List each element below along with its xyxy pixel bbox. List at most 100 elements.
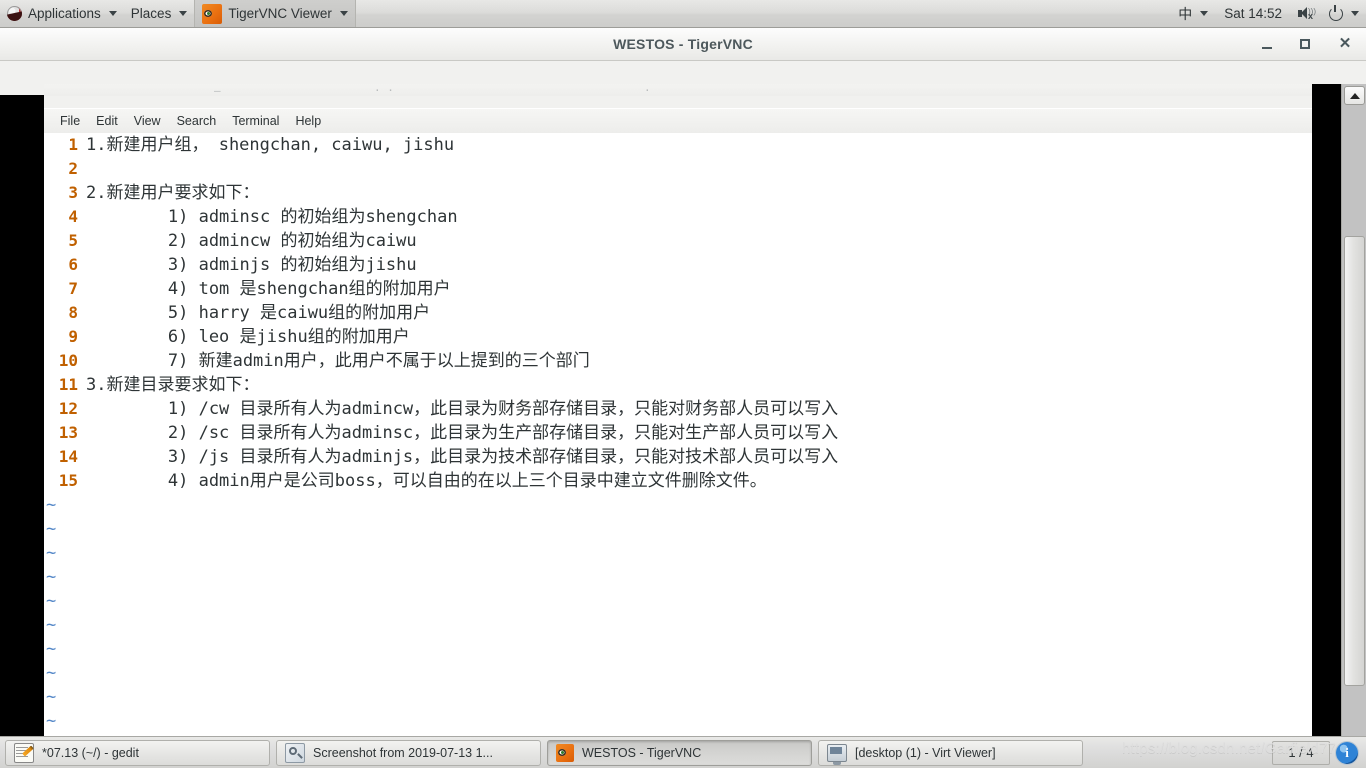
tilde-glyph: ~ <box>46 543 57 563</box>
document-text-view[interactable]: 1 1.新建用户组， shengchan, caiwu, jishu 2 3 2.新建用… <box>44 133 1312 764</box>
chevron-down-icon <box>1200 11 1209 16</box>
chevron-down-icon <box>1351 11 1359 16</box>
line-text: 7) 新建admin用户，此用户不属于以上提到的三个部门 <box>86 351 590 371</box>
line-text: 2) /sc 目录所有人为adminsc，此目录为生产部存储目录，只能对生产部人… <box>86 423 839 443</box>
gnome-foot-icon <box>7 6 22 21</box>
menu-help[interactable]: Help <box>287 112 329 130</box>
chevron-down-icon <box>179 11 188 16</box>
line-text: 4) admin用户是公司boss，可以自由的在以上三个目录中建立文件删除文件。 <box>86 471 767 491</box>
empty-line-marker: ~ <box>44 493 1312 517</box>
vnc-scrollbar-thumb[interactable] <box>1344 236 1365 686</box>
empty-line-marker: ~ <box>44 589 1312 613</box>
taskbar-item-virt-viewer[interactable]: [desktop (1) - Virt Viewer] <box>818 739 1083 766</box>
clock[interactable]: Sat 14:52 <box>1215 6 1291 21</box>
empty-line-marker: ~ <box>44 541 1312 565</box>
menu-terminal[interactable]: Terminal <box>224 112 287 130</box>
close-button[interactable]: ✕ <box>1328 28 1362 60</box>
document-line: 3 2.新建用户要求如下： <box>44 181 1312 205</box>
document-line: 2 <box>44 157 1312 181</box>
virt-viewer-icon <box>827 743 847 765</box>
taskbar-item-tigervnc[interactable]: WESTOS - TigerVNC <box>547 739 812 766</box>
line-text: 1) /cw 目录所有人为admincw，此目录为财务部存储目录，只能对财务部人… <box>86 399 839 419</box>
empty-line-marker: ~ <box>44 613 1312 637</box>
window-title: WESTOS - TigerVNC <box>613 36 753 52</box>
line-number: 5 <box>68 231 78 250</box>
chevron-up-icon <box>1349 92 1360 99</box>
menu-file[interactable]: File <box>52 112 88 130</box>
tilde-glyph: ~ <box>46 567 57 587</box>
workspace-switcher[interactable]: 1 / 4 <box>1272 740 1330 765</box>
taskbar-item-screenshot[interactable]: Screenshot from 2019-07-13 1... <box>276 739 541 766</box>
minimize-icon <box>1262 46 1272 49</box>
tilde-glyph: ~ <box>46 639 57 659</box>
tilde-glyph: ~ <box>46 663 57 683</box>
document-scrollbar-track[interactable] <box>1300 133 1311 764</box>
line-number: 1 <box>68 135 78 154</box>
active-window-label: TigerVNC Viewer <box>228 6 332 21</box>
tigervnc-icon <box>556 743 574 762</box>
line-number: 7 <box>68 279 78 298</box>
active-window-menu[interactable]: TigerVNC Viewer <box>194 0 356 27</box>
line-text: 3.新建目录要求如下： <box>86 375 260 395</box>
top-panel: Applications Places TigerVNC Viewer 中 Sa… <box>0 0 1366 28</box>
empty-line-marker: ~ <box>44 565 1312 589</box>
line-number: 3 <box>68 183 78 202</box>
menu-view[interactable]: View <box>126 112 169 130</box>
taskbar-item-label: Screenshot from 2019-07-13 1... <box>313 745 493 760</box>
maximize-button[interactable] <box>1288 28 1322 60</box>
document-line: 4 1) adminsc 的初始组为shengchan <box>44 205 1312 229</box>
document-line: 13 2) /sc 目录所有人为adminsc，此目录为生产部存储目录，只能对生… <box>44 421 1312 445</box>
volume-muted-icon: ))) x <box>1298 6 1316 21</box>
taskbar-item-label: [desktop (1) - Virt Viewer] <box>855 745 996 760</box>
system-menu[interactable] <box>1322 0 1366 27</box>
empty-line-marker: ~ <box>44 709 1312 733</box>
input-method-label: 中 <box>1178 5 1193 22</box>
screenshot-icon <box>285 742 305 763</box>
empty-line-marker: ~ <box>44 685 1312 709</box>
line-text: 3) /js 目录所有人为adminjs，此目录为技术部存储目录，只能对技术部人… <box>86 447 839 467</box>
taskbar: *07.13 (~/) - gedit Screenshot from 2019… <box>0 736 1366 768</box>
gedit-icon <box>14 742 34 763</box>
document-line: 8 5) harry 是caiwu组的附加用户 <box>44 301 1312 325</box>
empty-line-marker: ~ <box>44 661 1312 685</box>
line-text: 3) adminjs 的初始组为jishu <box>86 255 417 275</box>
scroll-up-button[interactable] <box>1344 86 1365 105</box>
line-number: 14 <box>58 447 78 466</box>
tilde-glyph: ~ <box>46 591 57 611</box>
remote-desktop-backdrop-right <box>1312 84 1341 764</box>
document-line: 5 2) admincw 的初始组为caiwu <box>44 229 1312 253</box>
taskbar-item-gedit[interactable]: *07.13 (~/) - gedit <box>5 739 270 766</box>
tilde-glyph: ~ <box>46 495 57 515</box>
power-icon <box>1329 4 1343 21</box>
tigervnc-window: WESTOS - TigerVNC ✕ — · · · File Edit Vi… <box>0 28 1366 764</box>
input-method-indicator[interactable]: 中 <box>1171 0 1215 27</box>
menu-edit[interactable]: Edit <box>88 112 126 130</box>
line-number: 12 <box>58 399 78 418</box>
close-icon: ✕ <box>1338 35 1352 52</box>
window-titlebar[interactable]: WESTOS - TigerVNC ✕ <box>0 28 1366 61</box>
applications-menu-label: Applications <box>28 6 101 21</box>
line-text: 1) adminsc 的初始组为shengchan <box>86 207 458 227</box>
menu-search[interactable]: Search <box>169 112 225 130</box>
maximize-icon <box>1300 39 1310 49</box>
line-text: 4) tom 是shengchan组的附加用户 <box>86 279 451 299</box>
document-line: 10 7) 新建admin用户，此用户不属于以上提到的三个部门 <box>44 349 1312 373</box>
places-menu[interactable]: Places <box>124 0 195 27</box>
minimize-button[interactable] <box>1250 28 1284 60</box>
desktop-screen: Applications Places TigerVNC Viewer 中 Sa… <box>0 0 1366 768</box>
remote-desktop-backdrop-left <box>0 95 44 764</box>
document-line: 15 4) admin用户是公司boss，可以自由的在以上三个目录中建立文件删除… <box>44 469 1312 493</box>
tilde-glyph: ~ <box>46 615 57 635</box>
line-text: 5) harry 是caiwu组的附加用户 <box>86 303 431 323</box>
line-number: 11 <box>58 375 78 394</box>
applications-menu[interactable]: Applications <box>0 0 124 27</box>
taskbar-item-label: *07.13 (~/) - gedit <box>42 745 139 760</box>
notification-badge[interactable]: i <box>1336 741 1358 764</box>
volume-indicator[interactable]: ))) x <box>1291 0 1322 27</box>
empty-line-marker: ~ <box>44 637 1312 661</box>
line-number: 4 <box>68 207 78 226</box>
vnc-vertical-scrollbar[interactable] <box>1341 84 1366 764</box>
line-text: 2.新建用户要求如下： <box>86 183 260 203</box>
line-text: 6) leo 是jishu组的附加用户 <box>86 327 410 347</box>
chevron-down-icon <box>339 11 348 16</box>
